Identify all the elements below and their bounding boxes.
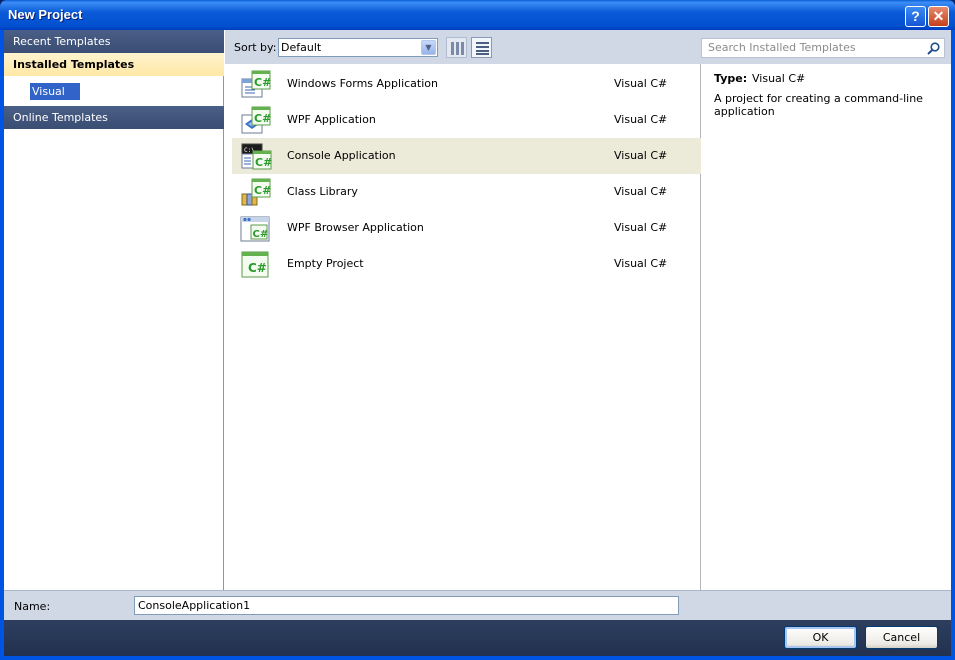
svg-text:C#: C# [254, 184, 271, 197]
template-language: Visual C# [614, 149, 668, 162]
wpf-csharp-icon: C# [241, 106, 271, 134]
template-language: Visual C# [614, 221, 668, 234]
svg-text:C#: C# [254, 112, 271, 125]
help-button[interactable]: ? [905, 6, 926, 27]
sort-by-label: Sort by: [234, 41, 277, 54]
template-row-console-application[interactable]: C:\ C# Console Application Visual C# [232, 138, 701, 174]
empty-project-csharp-icon: C# [241, 251, 269, 278]
template-name: Class Library [287, 185, 358, 198]
template-row-wpf-application[interactable]: C# WPF Application Visual C# [232, 102, 701, 138]
category-visual-csharp[interactable]: Visual C# [30, 83, 80, 115]
winforms-csharp-icon: C# [241, 70, 271, 98]
category-online-templates[interactable]: Online Templates [4, 106, 224, 129]
svg-text:C#: C# [253, 229, 269, 240]
template-category-pane: Recent Templates Installed Templates Vis… [4, 30, 224, 590]
project-name-input[interactable]: ConsoleApplication1 [134, 596, 679, 615]
search-templates-input[interactable]: Search Installed Templates [701, 38, 945, 58]
svg-text:C#: C# [248, 261, 267, 275]
new-project-window: New Project ? ✕ Recent Templates Install… [0, 0, 955, 660]
template-row-class-library[interactable]: C# Class Library Visual C# [232, 174, 701, 210]
close-button[interactable]: ✕ [928, 6, 949, 27]
template-name: Empty Project [287, 257, 364, 270]
dialog-footer: OK Cancel [4, 620, 951, 656]
small-icons-view-button[interactable] [471, 37, 492, 58]
template-name: Console Application [287, 149, 396, 162]
template-language: Visual C# [614, 77, 668, 90]
template-name: WPF Browser Application [287, 221, 424, 234]
medium-icons-view-button[interactable] [446, 37, 467, 58]
search-placeholder: Search Installed Templates [708, 41, 856, 54]
title-bar[interactable]: New Project ? ✕ [0, 0, 955, 30]
sort-by-dropdown[interactable]: Default ▼ [278, 38, 438, 57]
svg-text:C#: C# [255, 156, 272, 169]
search-icon[interactable] [927, 42, 940, 55]
template-list: C# Windows Forms Application Visual C# C… [228, 64, 701, 590]
template-language: Visual C# [614, 185, 668, 198]
category-installed-templates[interactable]: Installed Templates [4, 53, 224, 76]
template-row-wpf-browser-application[interactable]: C# WPF Browser Application Visual C# [232, 210, 701, 246]
template-name: Windows Forms Application [287, 77, 438, 90]
template-language: Visual C# [614, 257, 668, 270]
class-library-csharp-icon: C# [241, 178, 271, 206]
template-row-empty-project[interactable]: C# Empty Project Visual C# [232, 246, 701, 282]
template-description: A project for creating a command-line ap… [714, 92, 923, 118]
sort-by-value: Default [281, 41, 322, 54]
wpf-browser-csharp-icon: C# [240, 216, 270, 242]
template-toolbar: Sort by: Default ▼ Search Installed Temp… [225, 30, 951, 64]
template-name: WPF Application [287, 113, 376, 126]
console-csharp-icon: C:\ C# [241, 143, 272, 170]
cancel-button[interactable]: Cancel [865, 626, 938, 649]
chevron-down-icon[interactable]: ▼ [421, 40, 436, 55]
svg-text:C#: C# [254, 76, 271, 89]
ok-button[interactable]: OK [784, 626, 857, 649]
grid-view-icon [451, 42, 464, 55]
type-label: Type: [714, 72, 748, 85]
template-language: Visual C# [614, 113, 668, 126]
name-label: Name: [14, 600, 51, 613]
template-description-pane: Type: Visual C# A project for creating a… [702, 64, 951, 590]
type-value: Visual C# [752, 72, 806, 85]
list-view-icon [476, 42, 489, 55]
dialog-client: Recent Templates Installed Templates Vis… [4, 30, 951, 656]
category-recent-templates[interactable]: Recent Templates [4, 30, 224, 53]
template-row-windows-forms[interactable]: C# Windows Forms Application Visual C# [232, 66, 701, 102]
window-title: New Project [8, 7, 83, 22]
name-row: Name: ConsoleApplication1 [4, 590, 951, 620]
